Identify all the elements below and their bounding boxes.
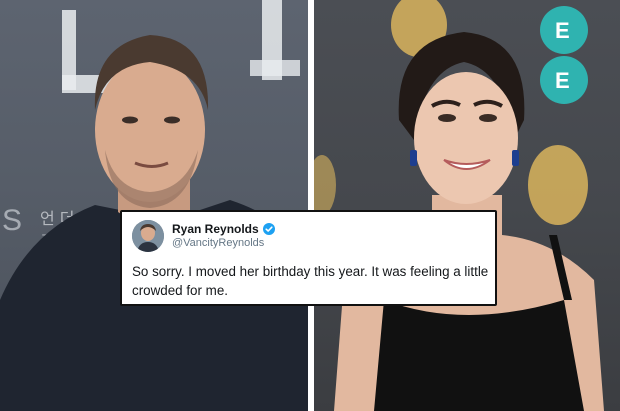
right-photo: E E xyxy=(314,0,620,411)
tweet-handle[interactable]: @VancityReynolds xyxy=(172,237,264,250)
svg-text:E: E xyxy=(555,68,570,93)
tweet-author-name: Ryan Reynolds xyxy=(172,222,259,236)
left-photo: S 언 더 그 라 xyxy=(0,0,308,411)
avatar[interactable] xyxy=(132,220,164,252)
svg-text:S: S xyxy=(2,204,22,237)
woman-portrait-photo: E E xyxy=(314,0,604,411)
tweet-card: Ryan Reynolds @VancityReynolds So sorry.… xyxy=(120,210,497,306)
avatar-icon xyxy=(132,220,164,252)
verified-badge-icon xyxy=(262,223,275,235)
man-portrait-photo: S 언 더 그 라 xyxy=(0,0,308,411)
svg-text:E: E xyxy=(555,18,570,43)
tweet-text: So sorry. I moved her birthday this year… xyxy=(132,264,489,298)
tweet-author[interactable]: Ryan Reynolds xyxy=(172,222,275,236)
